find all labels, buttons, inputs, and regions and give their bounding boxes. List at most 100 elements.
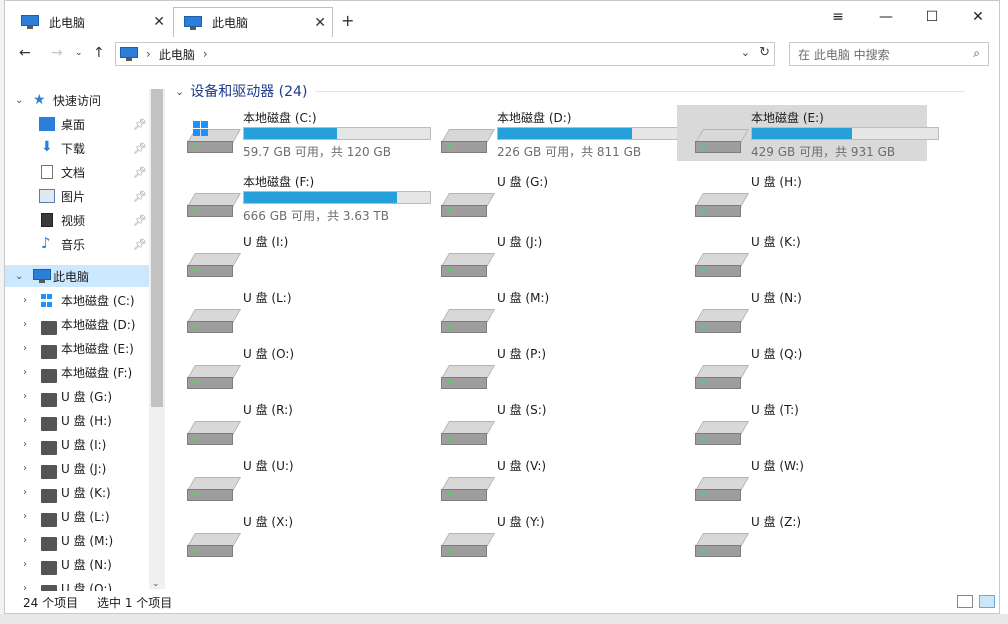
sidebar-item-downloads[interactable]: ⬇ 下载 📌︎ xyxy=(5,137,149,159)
expand-chevron-icon[interactable]: › xyxy=(23,439,27,450)
pin-icon[interactable]: 📌︎ xyxy=(133,238,147,251)
drive-tile[interactable]: U 盘 (U:) xyxy=(169,453,419,509)
sidebar-item-this-pc[interactable]: ⌄ 此电脑 xyxy=(5,265,149,287)
sidebar-item-drive[interactable]: › U 盘 (J:) xyxy=(5,457,149,479)
up-button[interactable]: ↑ xyxy=(93,45,105,61)
drive-tile[interactable]: 本地磁盘 (F:) 666 GB 可用，共 3.63 TB xyxy=(169,169,431,225)
close-tab-icon[interactable]: ✕ xyxy=(314,15,326,31)
sidebar-item-desktop[interactable]: 桌面 📌︎ xyxy=(5,113,149,135)
new-tab-button[interactable]: + xyxy=(341,11,354,30)
tab-this-pc-2[interactable]: 此电脑 ✕ xyxy=(173,7,333,37)
sidebar-item-quick-access[interactable]: ⌄ ★ 快速访问 xyxy=(5,89,149,111)
sidebar-item-music[interactable]: ♪ 音乐 📌︎ xyxy=(5,233,149,255)
sidebar-item-drive[interactable]: › U 盘 (K:) xyxy=(5,481,149,503)
expand-chevron-icon[interactable]: › xyxy=(23,511,27,522)
sidebar-label: 桌面 xyxy=(61,117,86,132)
sidebar-item-drive[interactable]: › 本地磁盘 (C:) xyxy=(5,289,149,311)
drive-tile[interactable]: 本地磁盘 (E:) 429 GB 可用，共 931 GB xyxy=(677,105,939,161)
refresh-icon[interactable]: ↻ xyxy=(759,45,770,60)
expand-chevron-icon[interactable]: › xyxy=(23,559,27,570)
breadcrumb-this-pc[interactable]: 此电脑 xyxy=(159,46,195,63)
expand-chevron-icon[interactable]: › xyxy=(23,343,27,354)
drive-icon xyxy=(41,465,57,479)
drive-tile[interactable]: U 盘 (O:) xyxy=(169,341,419,397)
close-window-button[interactable]: ✕ xyxy=(955,9,1001,25)
sidebar-item-drive[interactable]: › 本地磁盘 (F:) xyxy=(5,361,149,383)
expand-chevron-icon[interactable]: › xyxy=(23,415,27,426)
breadcrumb-chevron-icon[interactable]: › xyxy=(203,47,208,61)
drive-tile[interactable]: U 盘 (J:) xyxy=(423,229,673,285)
drive-tile[interactable]: U 盘 (W:) xyxy=(677,453,927,509)
sidebar-item-pictures[interactable]: 图片 📌︎ xyxy=(5,185,149,207)
drive-tile[interactable]: U 盘 (T:) xyxy=(677,397,927,453)
drive-tile[interactable]: U 盘 (Y:) xyxy=(423,509,673,565)
sidebar-item-drive[interactable]: › U 盘 (H:) xyxy=(5,409,149,431)
expand-chevron-icon[interactable]: ⌄ xyxy=(15,271,23,282)
content-pane: ⌄ 设备和驱动器 (24) 本地磁盘 (C:) 59.7 GB 可用，共 120 … xyxy=(165,73,987,591)
pin-icon[interactable]: 📌︎ xyxy=(133,118,147,131)
sidebar-item-drive[interactable]: › U 盘 (L:) xyxy=(5,505,149,527)
pin-icon[interactable]: 📌︎ xyxy=(133,214,147,227)
drive-tile[interactable]: U 盘 (X:) xyxy=(169,509,419,565)
tab-this-pc-1[interactable]: 此电脑 ✕ xyxy=(11,7,171,37)
drive-tile[interactable]: U 盘 (P:) xyxy=(423,341,673,397)
hard-drive-icon xyxy=(440,477,496,503)
sidebar-item-videos[interactable]: 视频 📌︎ xyxy=(5,209,149,231)
sidebar-item-drive[interactable]: › 本地磁盘 (E:) xyxy=(5,337,149,359)
sidebar-item-drive[interactable]: › U 盘 (N:) xyxy=(5,553,149,575)
expand-chevron-icon[interactable]: ⌄ xyxy=(15,95,23,106)
details-view-icon[interactable] xyxy=(957,595,973,608)
group-header-devices[interactable]: ⌄ 设备和驱动器 (24) xyxy=(175,81,307,101)
minimize-button[interactable]: — xyxy=(863,9,909,25)
search-input[interactable]: 在 此电脑 中搜索 ⌕ xyxy=(789,42,989,66)
pin-icon[interactable]: 📌︎ xyxy=(133,166,147,179)
forward-button[interactable]: → xyxy=(51,45,63,61)
drive-tile[interactable]: U 盘 (S:) xyxy=(423,397,673,453)
expand-chevron-icon[interactable]: › xyxy=(23,367,27,378)
address-bar[interactable]: › 此电脑 › ⌄ ↻ xyxy=(115,42,775,66)
scroll-down-icon[interactable]: ⌄ xyxy=(152,579,160,589)
drive-tile[interactable]: U 盘 (G:) xyxy=(423,169,673,225)
sidebar-item-drive[interactable]: › U 盘 (O:) xyxy=(5,577,149,591)
collapse-chevron-icon[interactable]: ⌄ xyxy=(175,85,184,98)
pin-icon[interactable]: 📌︎ xyxy=(133,190,147,203)
expand-chevron-icon[interactable]: › xyxy=(23,295,27,306)
hard-drive-icon xyxy=(440,129,496,155)
drive-tile[interactable]: U 盘 (I:) xyxy=(169,229,419,285)
menu-icon[interactable]: ≡ xyxy=(815,9,861,25)
expand-chevron-icon[interactable]: › xyxy=(23,583,27,592)
drive-tile[interactable]: U 盘 (Z:) xyxy=(677,509,927,565)
back-button[interactable]: ← xyxy=(19,45,31,61)
sidebar-item-drive[interactable]: › U 盘 (G:) xyxy=(5,385,149,407)
maximize-button[interactable]: ☐ xyxy=(909,9,955,25)
pin-icon[interactable]: 📌︎ xyxy=(133,142,147,155)
expand-chevron-icon[interactable]: › xyxy=(23,463,27,474)
drive-tile[interactable]: U 盘 (R:) xyxy=(169,397,419,453)
expand-chevron-icon[interactable]: › xyxy=(23,319,27,330)
sidebar-item-drive[interactable]: › U 盘 (M:) xyxy=(5,529,149,551)
sidebar-item-documents[interactable]: 文档 📌︎ xyxy=(5,161,149,183)
search-icon[interactable]: ⌕ xyxy=(973,46,980,61)
drive-name: U 盘 (W:) xyxy=(751,459,804,473)
drive-tile[interactable]: U 盘 (N:) xyxy=(677,285,927,341)
drive-tile[interactable]: U 盘 (H:) xyxy=(677,169,927,225)
expand-chevron-icon[interactable]: › xyxy=(23,535,27,546)
drive-tile[interactable]: 本地磁盘 (C:) 59.7 GB 可用，共 120 GB xyxy=(169,105,431,161)
expand-chevron-icon[interactable]: › xyxy=(23,391,27,402)
address-dropdown-icon[interactable]: ⌄ xyxy=(741,46,750,59)
scrollbar-thumb[interactable] xyxy=(151,89,163,407)
large-icons-view-icon[interactable] xyxy=(979,595,995,608)
drive-tile[interactable]: U 盘 (M:) xyxy=(423,285,673,341)
sidebar-item-drive[interactable]: › 本地磁盘 (D:) xyxy=(5,313,149,335)
recent-locations-icon[interactable]: ⌄ xyxy=(75,48,83,58)
sidebar-scrollbar[interactable]: ⌄ xyxy=(149,89,165,589)
drive-tile[interactable]: 本地磁盘 (D:) 226 GB 可用，共 811 GB xyxy=(423,105,685,161)
drive-tile[interactable]: U 盘 (V:) xyxy=(423,453,673,509)
drive-tile[interactable]: U 盘 (Q:) xyxy=(677,341,927,397)
close-tab-icon[interactable]: ✕ xyxy=(153,14,165,30)
sidebar-item-drive[interactable]: › U 盘 (I:) xyxy=(5,433,149,455)
music-icon: ♪ xyxy=(41,234,51,252)
drive-tile[interactable]: U 盘 (L:) xyxy=(169,285,419,341)
drive-tile[interactable]: U 盘 (K:) xyxy=(677,229,927,285)
expand-chevron-icon[interactable]: › xyxy=(23,487,27,498)
